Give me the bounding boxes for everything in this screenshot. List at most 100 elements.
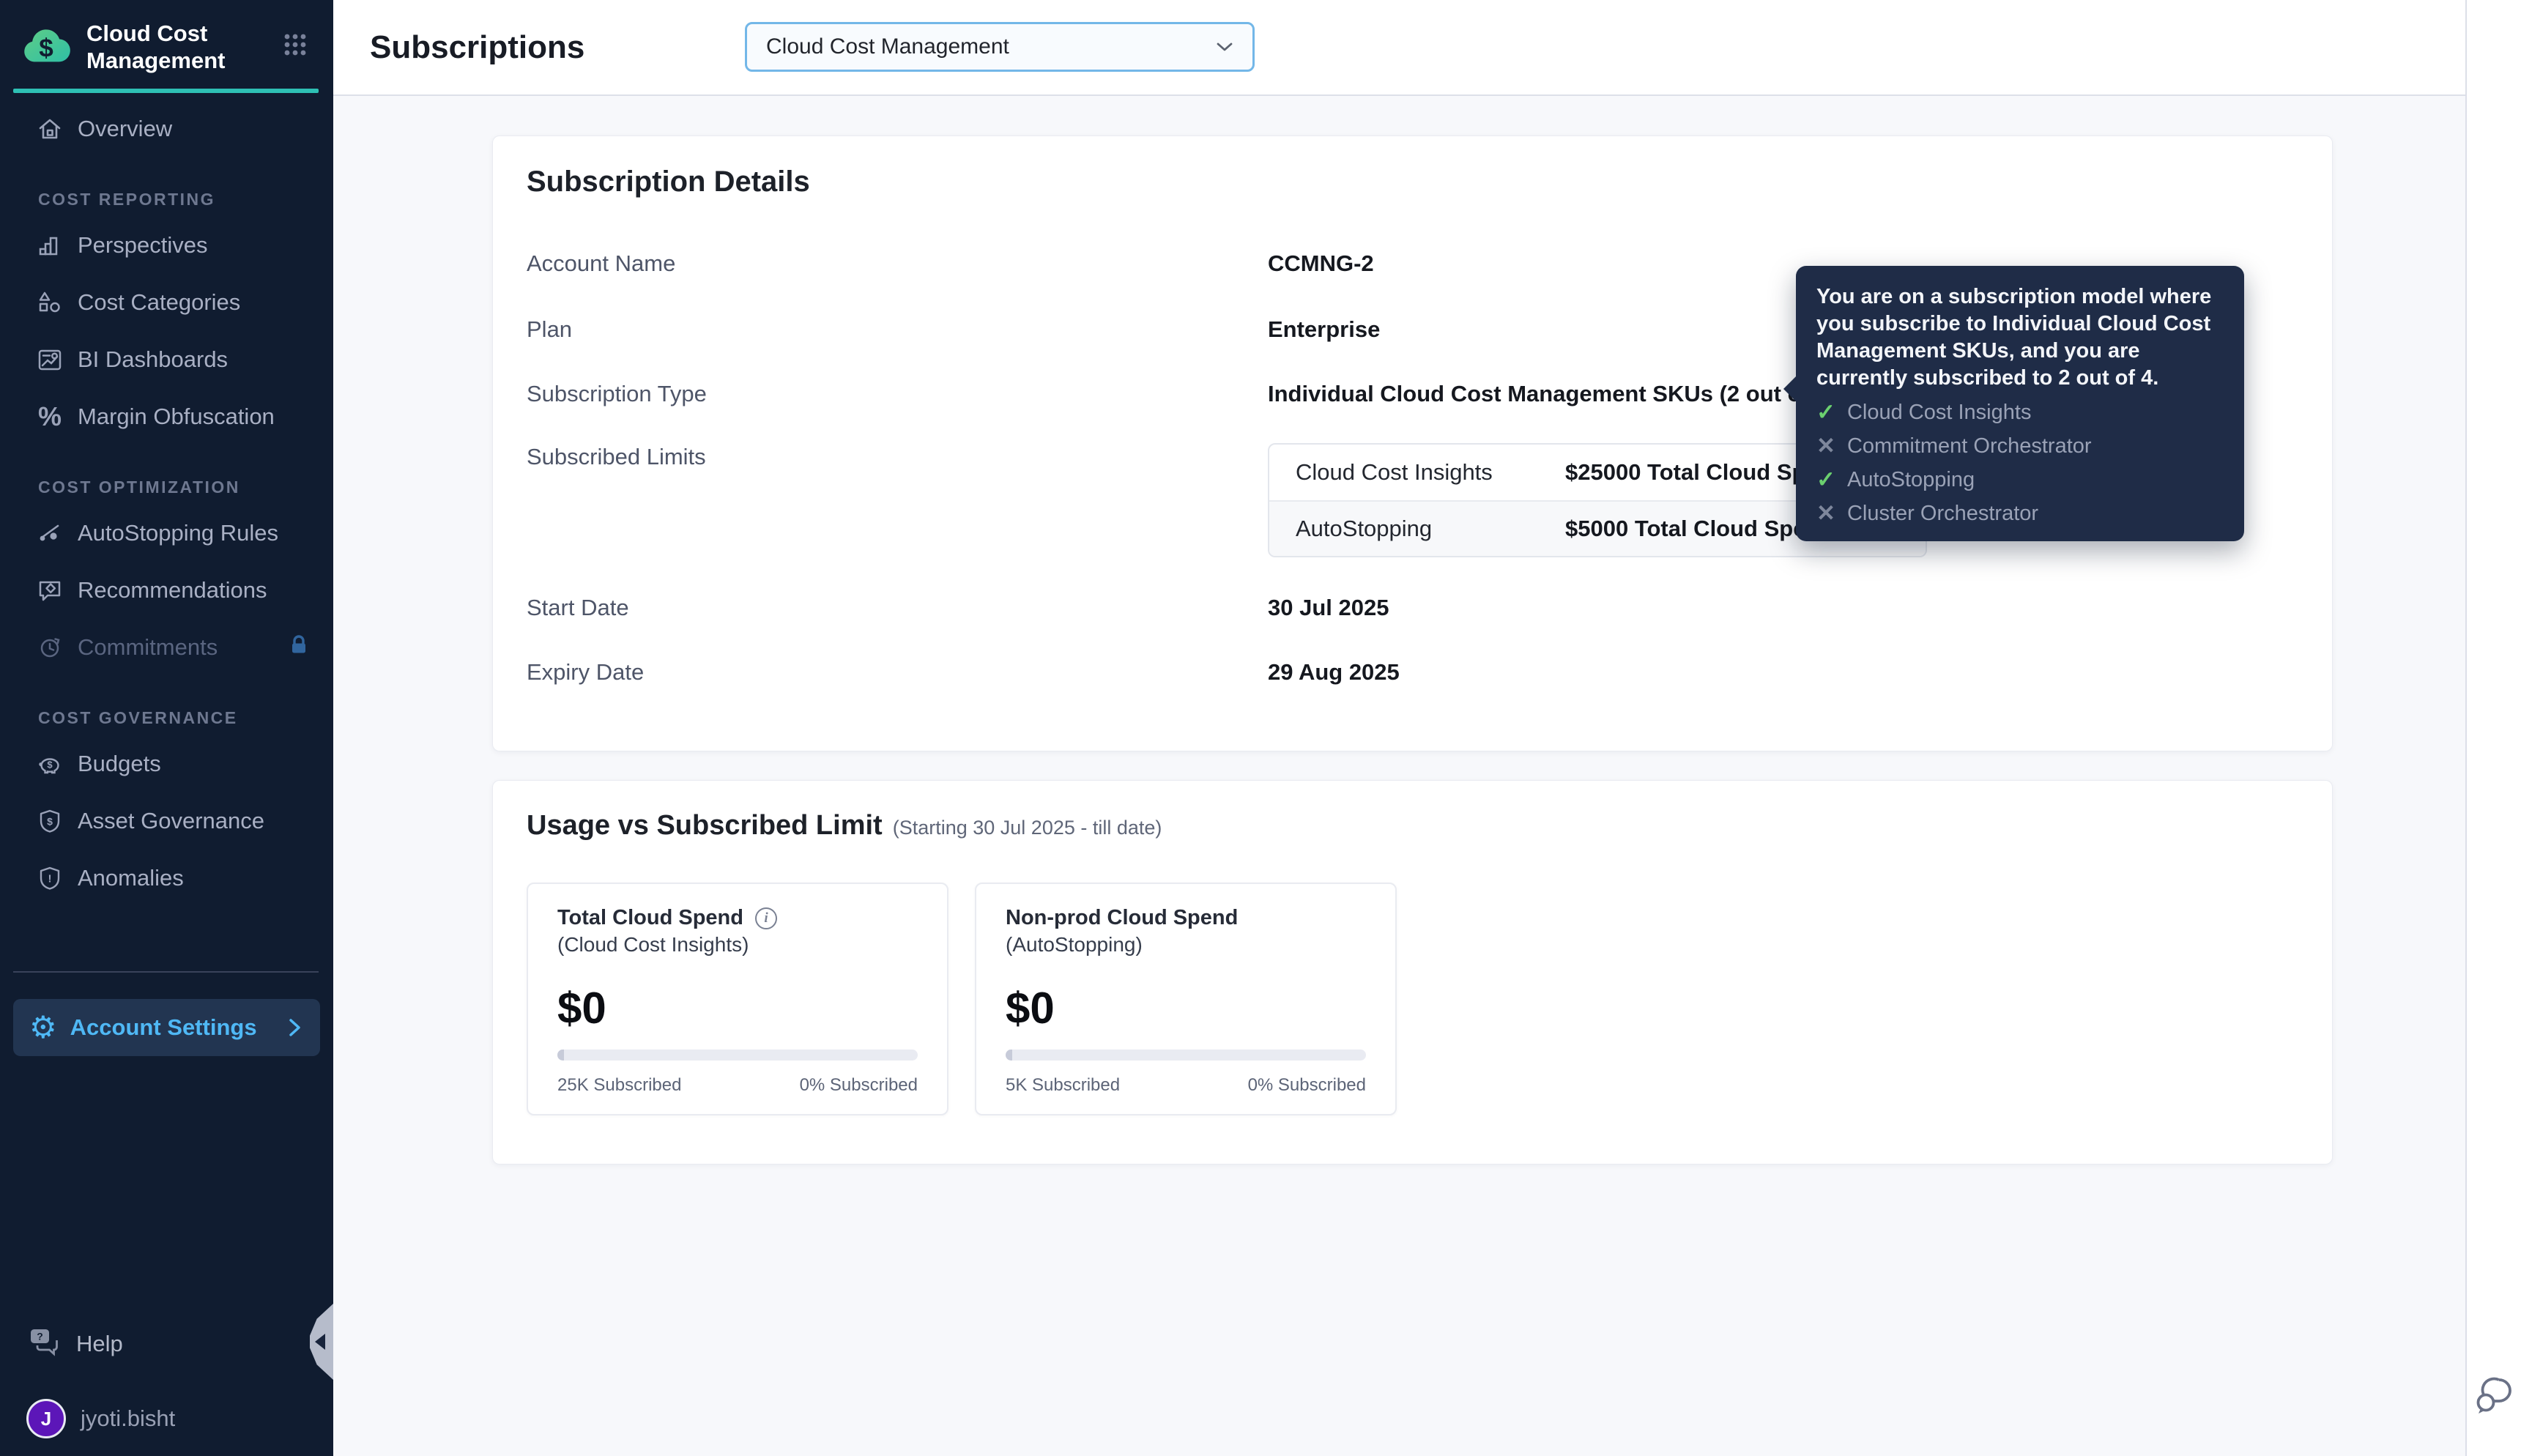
subscribed-percent-label: 0% Subscribed (799, 1075, 918, 1095)
recommendation-bubble-icon (35, 576, 64, 605)
detail-label: Start Date (527, 595, 629, 620)
piggy-bank-icon: $ (35, 749, 64, 779)
subscribed-amount-label: 5K Subscribed (1006, 1075, 1121, 1095)
tooltip-sku-name: AutoStopping (1846, 467, 1975, 491)
sidebar-item-cost-categories[interactable]: Cost Categories (0, 277, 333, 328)
total-cloud-spend-info-icon[interactable]: i (755, 907, 777, 929)
tooltip-sku-row: ✕ Cluster Orchestrator (1816, 500, 2224, 527)
detail-value: 30 Jul 2025 (1268, 595, 1389, 620)
app-logo-row: $ Cloud Cost Management (0, 0, 333, 77)
sidebar-item-account-settings[interactable]: ⚙ Account Settings (13, 999, 320, 1056)
sidebar-item-label: BI Dashboards (78, 346, 229, 372)
shapes-icon (35, 288, 64, 317)
help-label: Help (76, 1331, 123, 1356)
tooltip-sku-row: ✕ Commitment Orchestrator (1816, 433, 2224, 459)
usage-card-subtitle: (AutoStopping) (1006, 933, 1143, 956)
avatar: J (26, 1399, 66, 1438)
sidebar-item-recommendations[interactable]: Recommendations (0, 565, 333, 616)
subscribed-amount-label: 25K Subscribed (557, 1075, 682, 1095)
page-title: Subscriptions (370, 29, 585, 65)
sidebar-item-bi-dashboards[interactable]: BI Dashboards (0, 334, 333, 385)
tooltip-sku-row: ✓ AutoStopping (1816, 467, 2224, 493)
x-icon: ✕ (1816, 433, 1835, 458)
sidebar-item-autostopping-rules[interactable]: AutoStopping Rules (0, 508, 333, 559)
bar-chart-icon (35, 231, 64, 260)
tooltip-arrow (1783, 376, 1797, 402)
sidebar-collapse-handle[interactable] (310, 1304, 333, 1380)
tooltip-sku-name: Commitment Orchestrator (1846, 434, 2092, 458)
usage-card-title: Non-prod Cloud Spend (1006, 906, 1239, 929)
sku-name-cell: AutoStopping (1296, 516, 1433, 541)
sidebar-divider (13, 971, 319, 973)
detail-label: Plan (527, 316, 573, 342)
sidebar: $ Cloud Cost Management Overview COST RE… (0, 0, 333, 1456)
sidebar-item-asset-governance[interactable]: $ Asset Governance (0, 795, 333, 847)
detail-value: CCMNG-2 (1268, 250, 1374, 276)
sidebar-item-label: Commitments (78, 634, 218, 660)
usage-card-total-cloud-spend: Total Cloud Spend i (Cloud Cost Insights… (527, 883, 948, 1115)
dollar-glyph: $ (39, 34, 53, 63)
detail-row-start-date: Start Date 30 Jul 2025 (527, 594, 2298, 622)
sidebar-item-commitments[interactable]: Commitments (0, 622, 333, 673)
usage-progress-bar (557, 1050, 918, 1061)
sidebar-item-label: Recommendations (78, 577, 267, 603)
sidebar-item-label: Anomalies (78, 865, 184, 891)
svg-text:!: ! (48, 873, 52, 885)
shield-alert-icon: ! (35, 863, 64, 893)
usage-title: Usage vs Subscribed Limit (527, 810, 883, 841)
svg-text:?: ? (37, 1331, 43, 1342)
tooltip-text: You are on a subscription model where yo… (1816, 285, 2212, 390)
usage-subtitle: (Starting 30 Jul 2025 - till date) (892, 817, 1162, 839)
sidebar-item-label: Asset Governance (78, 808, 265, 833)
sidebar-item-overview[interactable]: Overview (0, 103, 333, 155)
tooltip-sku-row: ✓ Cloud Cost Insights (1816, 399, 2224, 426)
progress-fill (1006, 1050, 1012, 1061)
detail-label: Account Name (527, 250, 676, 276)
detail-value: 29 Aug 2025 (1268, 659, 1400, 685)
chat-bubbles-icon[interactable] (2474, 1375, 2517, 1419)
detail-value: Enterprise (1268, 316, 1381, 342)
sidebar-item-budgets[interactable]: $ Budgets (0, 738, 333, 790)
user-name: jyoti.bisht (81, 1405, 176, 1431)
main-content: Subscriptions Cloud Cost Management Subs… (333, 0, 2465, 1456)
module-selector-value: Cloud Cost Management (766, 34, 1009, 59)
user-menu[interactable]: J jyoti.bisht (26, 1399, 175, 1438)
chevron-down-icon (1216, 42, 1233, 52)
sidebar-item-label: Budgets (78, 751, 161, 776)
sidebar-item-label: Margin Obfuscation (78, 404, 275, 429)
commitments-clock-icon (35, 633, 64, 662)
tooltip-sku-name: Cloud Cost Insights (1846, 400, 2032, 424)
sidebar-section-cost-optimization: COST OPTIMIZATION (38, 478, 240, 497)
progress-fill (557, 1050, 564, 1061)
detail-value: Individual Cloud Cost Management SKUs (2… (1268, 380, 1870, 408)
sidebar-item-label: Overview (78, 116, 173, 141)
right-rail (2465, 0, 2521, 1456)
sidebar-item-perspectives[interactable]: Perspectives (0, 220, 333, 271)
usage-amount: $0 (557, 984, 606, 1033)
check-icon: ✓ (1816, 399, 1835, 425)
subscription-details-title: Subscription Details (527, 166, 810, 198)
help-button[interactable]: ? Help (28, 1326, 123, 1362)
subscribed-percent-label: 0% Subscribed (1247, 1075, 1366, 1095)
dashboard-image-icon (35, 345, 64, 374)
gear-icon: ⚙ (29, 1010, 57, 1044)
subscription-type-tooltip: You are on a subscription model where yo… (1783, 266, 2244, 541)
detail-row-expiry-date: Expiry Date 29 Aug 2025 (527, 658, 2298, 686)
usage-amount: $0 (1006, 984, 1055, 1033)
module-selector-dropdown[interactable]: Cloud Cost Management (745, 22, 1255, 72)
app-grid-icon[interactable] (282, 31, 308, 62)
usage-progress-bar (1006, 1050, 1366, 1061)
sidebar-item-anomalies[interactable]: ! Anomalies (0, 853, 333, 904)
app-title: Cloud Cost Management (86, 20, 226, 73)
sidebar-item-margin-obfuscation[interactable]: % Margin Obfuscation (0, 391, 333, 442)
sidebar-item-label: Perspectives (78, 232, 208, 258)
tooltip-sku-name: Cluster Orchestrator (1846, 501, 2039, 525)
x-icon: ✕ (1816, 500, 1835, 526)
sidebar-item-label: Cost Categories (78, 289, 241, 315)
autostopping-lever-icon (35, 519, 64, 548)
percent-icon: % (37, 401, 62, 431)
usage-cards-row: Total Cloud Spend i (Cloud Cost Insights… (527, 883, 2298, 1115)
sidebar-nav: Overview COST REPORTING Perspectives Cos… (0, 93, 333, 904)
shield-dollar-icon: $ (35, 806, 64, 836)
chevron-right-icon (286, 1015, 304, 1040)
